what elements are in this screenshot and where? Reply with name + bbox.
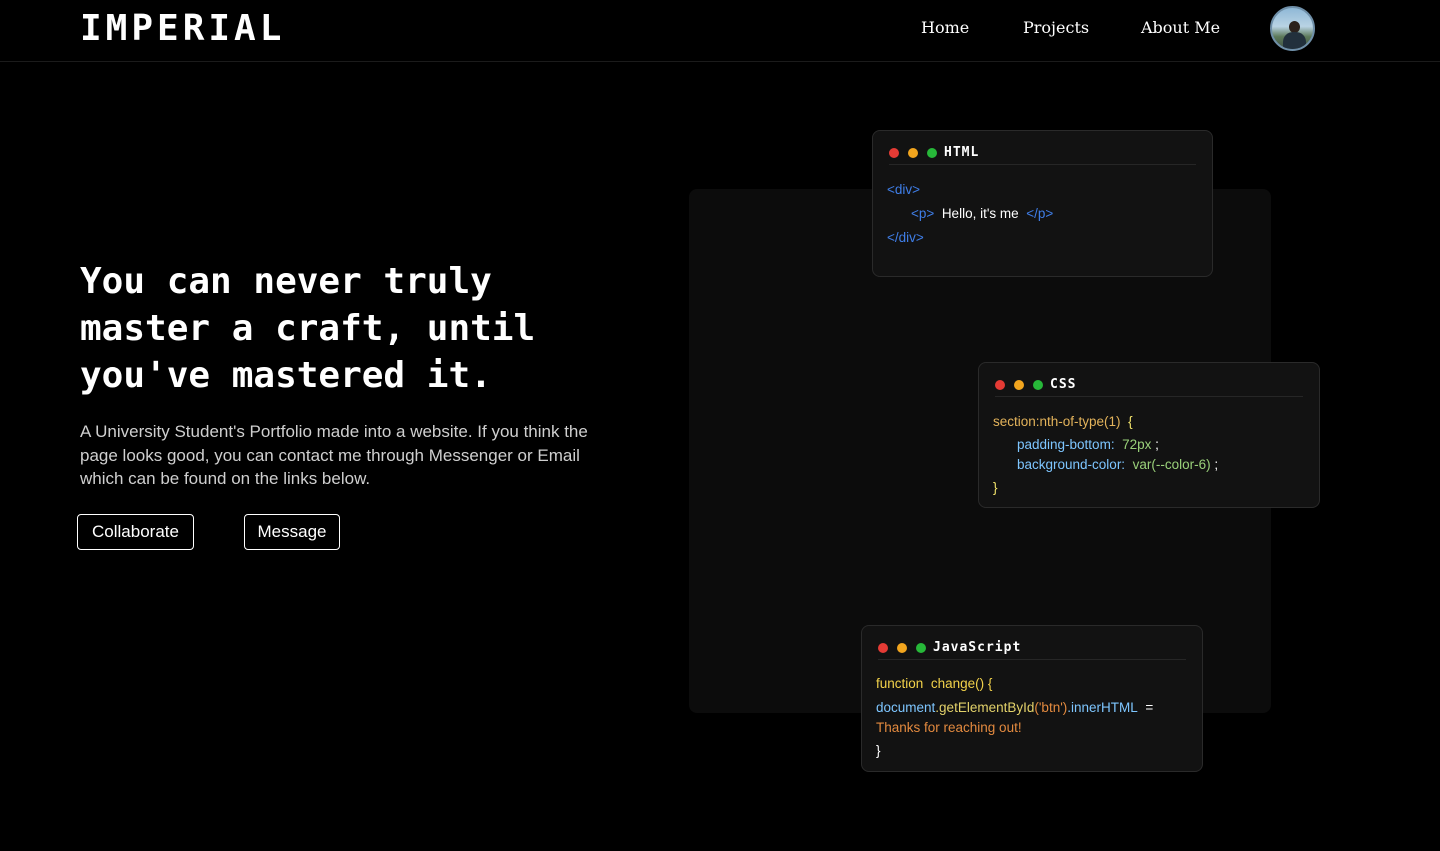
card-title: HTML (944, 145, 980, 160)
collaborate-button[interactable]: Collaborate (77, 514, 194, 550)
red-dot-icon (889, 147, 899, 158)
card-header: JavaScript (878, 640, 1186, 660)
card-header: CSS (995, 377, 1303, 397)
nav-link-home[interactable]: Home (921, 18, 969, 37)
hero-subtext: A University Student's Portfolio made in… (80, 422, 588, 488)
js-close-brace: } (876, 743, 881, 758)
code-line: } (993, 475, 1309, 501)
avatar-body-shape (1283, 32, 1306, 49)
div-open-tag: div (894, 182, 913, 197)
js-method: .getElementById (935, 700, 1035, 715)
css-val-1: 72px (1122, 437, 1152, 452)
red-dot-icon (995, 379, 1005, 390)
code-line: background-color: var(--color-6) ; (1017, 457, 1219, 472)
code-line: document.getElementById('btn').innerHTML… (876, 700, 1154, 715)
css-prop-2: background-color: (1017, 457, 1126, 472)
yellow-dot-icon (1014, 379, 1024, 390)
code-line: } (876, 737, 1192, 765)
site-logo[interactable]: IMPERIAL (80, 8, 285, 49)
avatar[interactable] (1270, 6, 1315, 51)
card-title: JavaScript (933, 640, 1022, 655)
card-header: HTML (889, 145, 1196, 165)
js-keyword: function (876, 676, 924, 691)
js-object: document (876, 700, 936, 715)
css-code-card: CSS section:nth-of-type(1) { padding-bot… (978, 362, 1320, 508)
css-val-2: var(--color-6) (1132, 457, 1211, 472)
html-code-block: <div> <p> Hello, it's me </p> </div> (887, 178, 1202, 250)
javascript-code-card: JavaScript function change() { document.… (861, 625, 1203, 772)
js-arg: 'btn' (1038, 700, 1063, 715)
code-line: section:nth-of-type(1) { (993, 409, 1309, 435)
js-prop: .innerHTML (1067, 700, 1138, 715)
yellow-dot-icon (908, 147, 918, 158)
js-function-name: change() { (930, 676, 993, 691)
code-line: <div> (887, 182, 921, 197)
code-line: <p> Hello, it's me </p> (911, 206, 1054, 221)
code-line: Thanks for reaching out! (876, 719, 1192, 737)
js-code-block: function change() { document.getElementB… (876, 671, 1192, 765)
css-close-brace: } (993, 480, 998, 495)
js-assign: = (1145, 700, 1154, 715)
red-dot-icon (878, 642, 888, 653)
code-line: padding-bottom: 72px ; (1017, 437, 1159, 452)
css-prop-1: padding-bottom: (1017, 437, 1115, 452)
hero-headline: You can never truly master a craft, unti… (80, 261, 536, 396)
code-line: function change() { (876, 671, 1192, 697)
nav-link-projects[interactable]: Projects (1023, 18, 1089, 37)
page: IMPERIAL Home Projects About Me You can … (0, 0, 1440, 851)
message-button[interactable]: Message (244, 514, 340, 550)
div-close-tag: div (898, 230, 916, 245)
p-text: Hello, it's me (941, 206, 1019, 221)
card-title: CSS (1050, 377, 1077, 392)
yellow-dot-icon (897, 642, 907, 653)
html-code-card: HTML <div> <p> Hello, it's me </p> </div… (872, 130, 1213, 277)
top-nav: IMPERIAL Home Projects About Me (0, 0, 1440, 62)
green-dot-icon (1033, 379, 1043, 390)
css-selector: section:nth-of-type(1) (993, 414, 1121, 429)
css-code-block: section:nth-of-type(1) { padding-bottom:… (993, 409, 1309, 501)
css-open-brace: { (1128, 414, 1133, 429)
code-line: </div> (887, 230, 924, 245)
green-dot-icon (927, 147, 937, 158)
green-dot-icon (916, 642, 926, 653)
js-string: Thanks for reaching out! (876, 720, 1022, 735)
nav-link-about-me[interactable]: About Me (1141, 18, 1220, 37)
